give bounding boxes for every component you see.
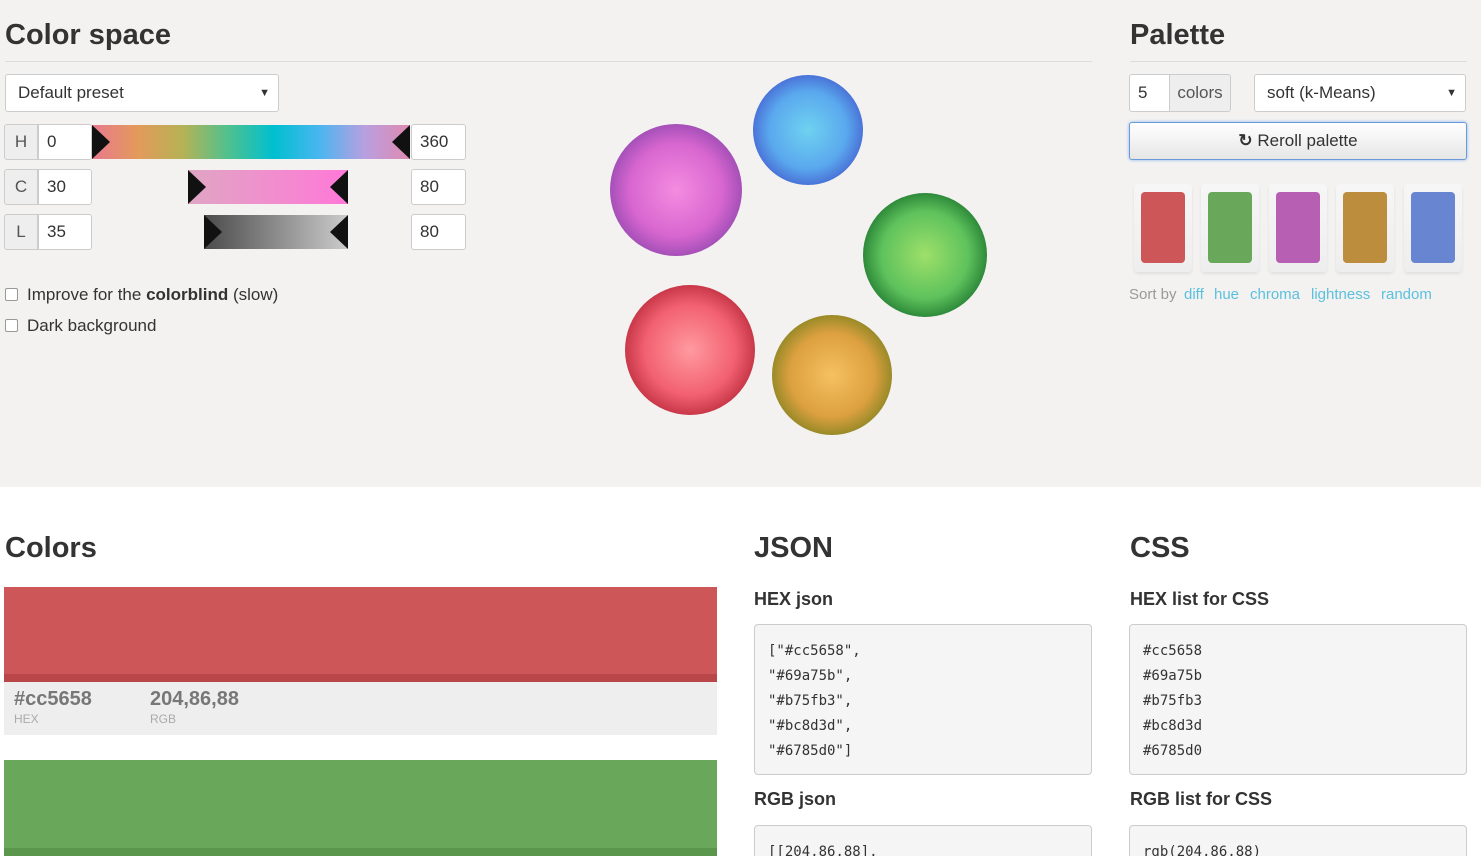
mode-select-value: soft (k-Means) bbox=[1267, 83, 1376, 102]
rgb-json-code[interactable]: [[204,86,88], bbox=[754, 825, 1092, 856]
colors-title: Colors bbox=[5, 532, 97, 564]
colorblind-label-pre: Improve for the bbox=[27, 285, 147, 304]
palette-swatch-3[interactable] bbox=[1269, 184, 1327, 272]
rgb-json-title: RGB json bbox=[754, 789, 837, 809]
sort-chroma-link[interactable]: chroma bbox=[1250, 286, 1300, 303]
hex-label: HEX bbox=[14, 712, 39, 726]
code-line: "#69a75b", bbox=[768, 668, 853, 684]
json-title: JSON bbox=[754, 532, 833, 564]
palette-title: Palette bbox=[1130, 19, 1226, 51]
chevron-down-icon: ▼ bbox=[259, 87, 270, 99]
lightness-gradient-slider[interactable] bbox=[204, 215, 348, 249]
cluster-red bbox=[625, 285, 755, 415]
colorblind-label-post: (slow) bbox=[228, 285, 279, 304]
palette-swatch-2[interactable] bbox=[1201, 184, 1259, 272]
colorblind-label: Improve for the colorblind (slow) bbox=[27, 285, 278, 305]
color-hex-value: #cc5658 bbox=[14, 688, 92, 710]
hex-json-title: HEX json bbox=[754, 589, 834, 609]
color-rgb-value: 204,86,88 bbox=[150, 688, 239, 710]
refresh-icon: ↻ bbox=[1238, 131, 1253, 150]
cluster-blue bbox=[753, 75, 863, 185]
hue-min-handle[interactable] bbox=[92, 125, 110, 159]
swatch-color bbox=[1141, 192, 1185, 263]
colorblind-label-bold: colorblind bbox=[146, 285, 229, 304]
l-min-input[interactable]: 35 bbox=[38, 214, 92, 250]
color-bar-2 bbox=[4, 760, 717, 856]
color-info-1: #cc5658 HEX 204,86,88 RGB bbox=[4, 682, 717, 735]
chroma-min-handle[interactable] bbox=[188, 170, 206, 204]
code-line: "#6785d0"] bbox=[768, 743, 853, 759]
code-line: [[204,86,88], bbox=[768, 844, 878, 856]
hex-json-code[interactable]: ["#cc5658", "#69a75b", "#b75fb3", "#bc8d… bbox=[754, 624, 1092, 775]
swatch-color bbox=[1343, 192, 1387, 263]
swatch-color bbox=[1411, 192, 1455, 263]
cluster-green bbox=[863, 193, 987, 317]
reroll-palette-button[interactable]: ↻ Reroll palette bbox=[1129, 122, 1467, 160]
h-min-input[interactable]: 0 bbox=[38, 124, 92, 160]
sort-random-link[interactable]: random bbox=[1381, 286, 1432, 303]
code-line: #cc5658 bbox=[1143, 643, 1203, 659]
chroma-max-handle[interactable] bbox=[330, 170, 348, 204]
swatch-color bbox=[1208, 192, 1252, 263]
l-label: L bbox=[4, 214, 38, 250]
colorblind-checkbox[interactable] bbox=[5, 288, 18, 301]
c-min-input[interactable]: 30 bbox=[38, 169, 92, 205]
hue-max-handle[interactable] bbox=[392, 125, 410, 159]
code-line: "#b75fb3", bbox=[768, 693, 853, 709]
preset-select-value: Default preset bbox=[18, 83, 124, 102]
sort-hue-link[interactable]: hue bbox=[1214, 286, 1239, 303]
h-max-input[interactable]: 360 bbox=[411, 124, 466, 160]
sort-diff-link[interactable]: diff bbox=[1184, 286, 1204, 303]
code-line: #6785d0 bbox=[1143, 743, 1203, 759]
color-space-title: Color space bbox=[5, 19, 171, 51]
swatch-color bbox=[1276, 192, 1320, 263]
rgb-label: RGB bbox=[150, 712, 177, 726]
code-line: "#bc8d3d", bbox=[768, 718, 853, 734]
palette-swatch-4[interactable] bbox=[1336, 184, 1394, 272]
h-label: H bbox=[4, 124, 38, 160]
hue-gradient-slider[interactable] bbox=[92, 125, 410, 159]
dark-background-checkbox[interactable] bbox=[5, 319, 18, 332]
sort-by-label: Sort by bbox=[1129, 286, 1177, 303]
palette-swatch-1[interactable] bbox=[1134, 184, 1192, 272]
code-line: ["#cc5658", bbox=[768, 643, 861, 659]
c-max-input[interactable]: 80 bbox=[411, 169, 466, 205]
color-cluster-plot bbox=[610, 75, 987, 435]
hex-css-code[interactable]: #cc5658 #69a75b #b75fb3 #bc8d3d #6785d0 bbox=[1129, 624, 1467, 775]
code-line: #69a75b bbox=[1143, 668, 1203, 684]
chevron-down-icon: ▼ bbox=[1446, 87, 1457, 99]
reroll-label: Reroll palette bbox=[1257, 131, 1358, 150]
dark-background-label: Dark background bbox=[27, 316, 157, 335]
divider bbox=[1130, 61, 1467, 62]
preset-select[interactable]: Default preset ▼ bbox=[5, 74, 279, 112]
code-line: #b75fb3 bbox=[1143, 693, 1203, 709]
cluster-magenta bbox=[610, 124, 742, 256]
hex-css-title: HEX list for CSS bbox=[1130, 589, 1270, 609]
divider bbox=[5, 61, 1092, 62]
lightness-max-handle[interactable] bbox=[330, 215, 348, 249]
mode-select[interactable]: soft (k-Means) ▼ bbox=[1254, 74, 1466, 112]
l-max-input[interactable]: 80 bbox=[411, 214, 466, 250]
sort-lightness-link[interactable]: lightness bbox=[1311, 286, 1370, 303]
rgb-css-title: RGB list for CSS bbox=[1130, 789, 1273, 809]
lightness-min-handle[interactable] bbox=[204, 215, 222, 249]
chroma-gradient-slider[interactable] bbox=[188, 170, 348, 204]
code-line: rgb(204,86,88) bbox=[1143, 844, 1262, 856]
color-count-input[interactable]: 5 bbox=[1129, 74, 1170, 112]
cluster-orange bbox=[772, 315, 892, 435]
rgb-css-code[interactable]: rgb(204,86,88) bbox=[1129, 825, 1467, 856]
css-title: CSS bbox=[1130, 532, 1190, 564]
color-bar-1 bbox=[4, 587, 717, 682]
palette-swatch-5[interactable] bbox=[1404, 184, 1462, 272]
c-label: C bbox=[4, 169, 38, 205]
code-line: #bc8d3d bbox=[1143, 718, 1203, 734]
colors-addon: colors bbox=[1170, 74, 1231, 112]
